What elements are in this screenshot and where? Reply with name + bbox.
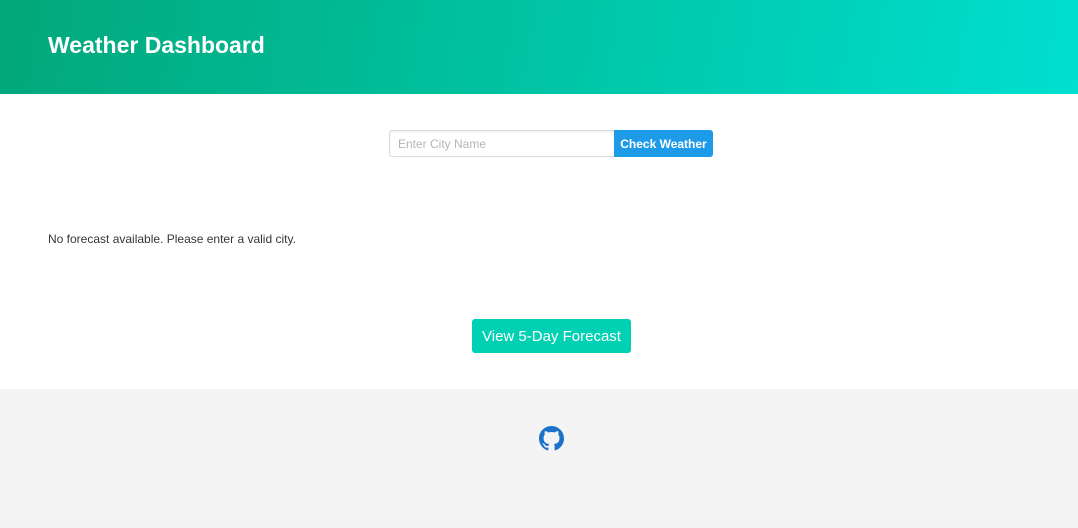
header-hero: Weather Dashboard [0, 0, 1078, 94]
github-link[interactable] [539, 426, 564, 451]
github-icon [539, 426, 564, 451]
city-name-input[interactable] [389, 130, 614, 157]
forecast-status-message: No forecast available. Please enter a va… [48, 232, 296, 246]
check-weather-button[interactable]: Check Weather [614, 130, 713, 157]
page-title: Weather Dashboard [48, 32, 265, 58]
city-search-form: Check Weather [389, 130, 713, 157]
footer [0, 389, 1078, 528]
view-forecast-button[interactable]: View 5-Day Forecast [472, 319, 631, 353]
